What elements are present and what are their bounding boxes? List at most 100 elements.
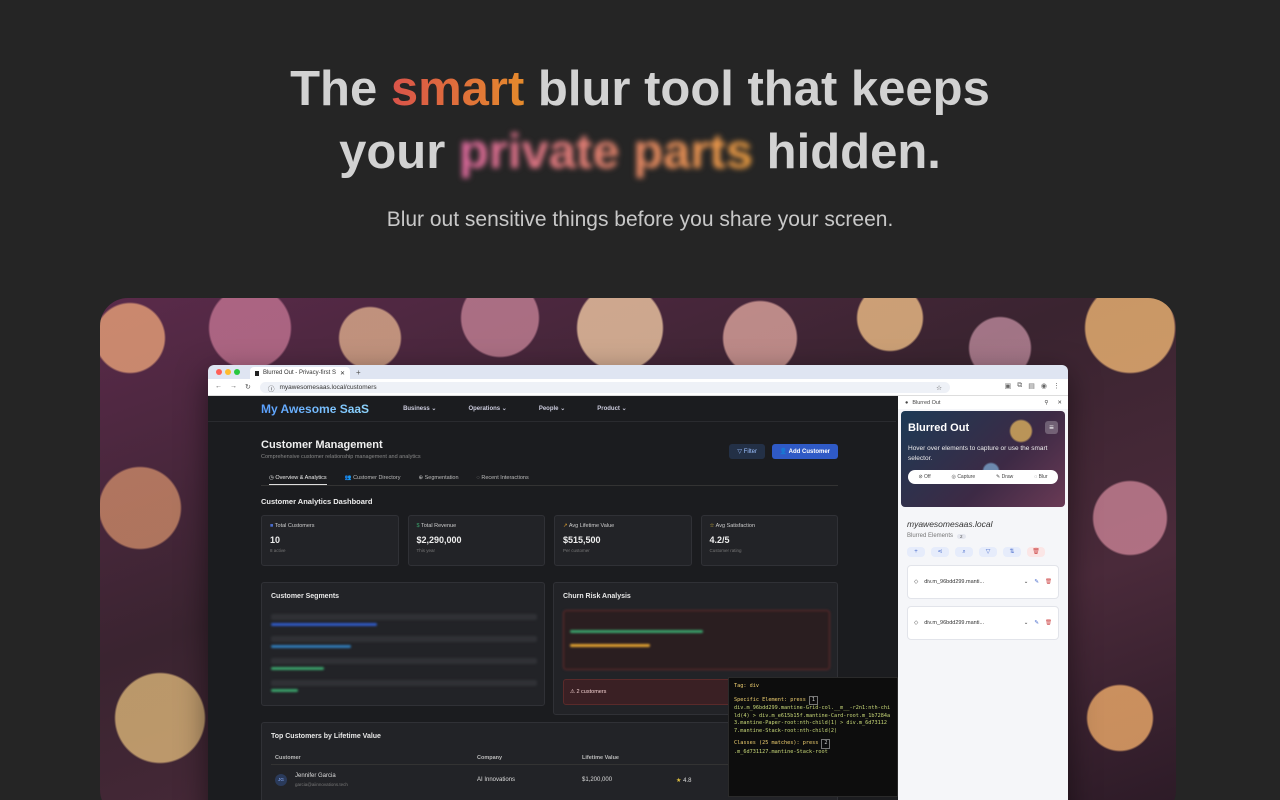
side-title-row: Blurred Out ≡ — [908, 421, 1058, 434]
maximize-window-button[interactable] — [234, 369, 240, 375]
reload-icon[interactable]: ↻ — [245, 383, 251, 391]
headline-text: your — [339, 125, 459, 179]
chevron-down-icon[interactable]: ⌄ — [1024, 579, 1029, 585]
blurred-element-item[interactable]: ◇ div.m_96bdd299.manti... ⌄ ✎ 🗑 — [907, 606, 1059, 640]
warning-icon: ⚠ — [570, 689, 575, 695]
menu-icon[interactable]: ≡ — [1045, 421, 1058, 434]
add-customer-button[interactable]: 👤 Add Customer — [771, 444, 838, 459]
screenshot-stage: Blurred Out - Privacy-first S ✕ + ← → ↻ … — [100, 298, 1176, 800]
favicon-icon — [255, 370, 259, 376]
trash-icon[interactable]: 🗑 — [1027, 547, 1045, 557]
stat-card: $ Total Revenue $2,290,000 This year — [407, 515, 545, 566]
status-dot-icon: ● — [905, 399, 909, 406]
minimize-window-button[interactable] — [225, 369, 231, 375]
churn-blurred-block — [563, 610, 830, 670]
window-controls — [216, 369, 240, 375]
segments-panel: Customer Segments — [261, 582, 545, 706]
card-value: 10 — [270, 535, 281, 545]
close-icon[interactable]: ✕ — [1057, 400, 1062, 406]
rating-value: 4.8 — [683, 778, 692, 784]
menu-people[interactable]: People ⌄ — [539, 405, 565, 412]
hero-headline: The smart blur tool that keeps your priv… — [0, 58, 1280, 184]
mode-off[interactable]: ⊘ Off — [918, 474, 930, 480]
tooltip-specific-label: Specific Element: press — [734, 696, 806, 703]
tab-overview[interactable]: ◷ Overview & Analytics — [269, 472, 327, 485]
key-hint: 1 — [808, 695, 818, 705]
extension-side-panel: ● Blurred Out ⚲ ✕ Blurred Out ≡ Hover ov… — [898, 396, 1068, 800]
dollar-icon: $ — [416, 523, 420, 529]
edit-icon[interactable]: ✎ — [1034, 620, 1039, 626]
filter-icon[interactable]: ▽ — [979, 547, 997, 557]
url-field[interactable]: ⓘ myawesomesaas.local/customers ☆ — [260, 382, 950, 393]
chevron-down-icon[interactable]: ⌄ — [1024, 620, 1029, 626]
col-header: Company — [477, 755, 503, 761]
key-hint: 2 — [821, 739, 831, 749]
card-title: Avg Lifetime Value — [568, 523, 615, 529]
blurred-element-item[interactable]: ◇ div.m_96bdd299.manti... ⌄ ✎ 🗑 — [907, 565, 1059, 599]
extension-icon[interactable]: ▣ — [1005, 382, 1012, 390]
panel-title: Customer Segments — [271, 593, 340, 600]
blurred-elements-label: Blurred Elements — [907, 533, 954, 539]
stat-cards: ■ Total Customers 10 8 active $ Total Re… — [261, 515, 838, 566]
blurred-row — [271, 614, 537, 620]
delete-icon[interactable]: 🗑 — [1045, 620, 1052, 626]
star-icon: ★ — [676, 778, 682, 784]
blurred-row — [271, 680, 537, 686]
top-nav: My Awesome SaaS Business ⌄ Operations ⌄ … — [208, 396, 896, 422]
forward-icon[interactable]: → — [230, 383, 237, 391]
more-icon[interactable]: ⋮ — [1053, 382, 1060, 390]
hero-subtitle: Blur out sensitive things before you sha… — [386, 208, 894, 231]
back-icon[interactable]: ← — [215, 383, 222, 391]
menu-label: People — [538, 406, 559, 412]
brand-logo[interactable]: My Awesome SaaS — [261, 402, 369, 416]
customer-name: Jennifer Garcia — [295, 773, 336, 779]
tab-directory[interactable]: 👥 Customer Directory — [345, 472, 401, 485]
new-tab-icon[interactable]: + — [356, 368, 361, 377]
tooltip-tag: Tag: div — [734, 683, 759, 689]
edit-icon[interactable]: ✎ — [1034, 579, 1039, 585]
sidepanel-icon[interactable]: ▤ — [1028, 382, 1035, 390]
hero: The smart blur tool that keeps your priv… — [0, 58, 1280, 232]
segment-bar — [271, 623, 378, 626]
add-icon[interactable]: + — [907, 547, 925, 557]
url-text: myawesomesaas.local/customers — [279, 384, 377, 391]
sort-icon[interactable]: ⇅ — [1003, 547, 1021, 557]
filter-button[interactable]: ▽ Filter — [729, 444, 765, 459]
card-title: Avg Satisfaction — [715, 523, 756, 529]
tab-label: Overview & Analytics — [275, 475, 327, 481]
mode-blur[interactable]: ◌ Blur — [1034, 474, 1047, 480]
tab-interactions[interactable]: ◌ Recent Interactions — [477, 472, 529, 485]
stat-card: ↗ Avg Lifetime Value $515,500 Per custom… — [554, 515, 692, 566]
section-title: Customer Analytics Dashboard — [261, 497, 373, 506]
profile-icon[interactable]: ◉ — [1041, 382, 1047, 390]
pin-icon[interactable]: ⚲ — [1044, 400, 1048, 406]
search-icon[interactable]: ⌕ — [955, 547, 973, 557]
rating: ★ 4.8 — [676, 777, 691, 784]
share-icon[interactable]: ⋖ — [931, 547, 949, 557]
mode-capture[interactable]: ◎ Capture — [952, 474, 976, 480]
menu-product[interactable]: Product ⌄ — [597, 405, 626, 412]
browser-tab[interactable]: Blurred Out - Privacy-first S ✕ — [250, 367, 350, 379]
menu-label: Business — [403, 406, 430, 412]
close-tab-icon[interactable]: ✕ — [340, 370, 345, 377]
menu-business[interactable]: Business ⌄ — [403, 405, 436, 412]
tab-bar: Blurred Out - Privacy-first S ✕ + — [208, 365, 1068, 379]
churn-bar — [570, 630, 703, 633]
bookmark-icon[interactable]: ☆ — [936, 384, 942, 392]
element-selector: div.m_96bdd299.manti... — [924, 620, 985, 626]
puzzle-icon[interactable]: ⧉ — [1017, 382, 1022, 390]
close-window-button[interactable] — [216, 369, 222, 375]
tab-title: Blurred Out - Privacy-first S — [262, 370, 336, 376]
selector-tooltip: Tag: div Specific Element: press 1 div.m_… — [728, 677, 898, 797]
mode-draw[interactable]: ✎ Draw — [996, 474, 1013, 480]
card-title: Total Customers — [274, 523, 315, 529]
side-panel-header: ● Blurred Out ⚲ ✕ — [898, 396, 1068, 409]
element-selector: div.m_96bdd299.manti... — [924, 579, 985, 585]
site-info-icon[interactable]: ⓘ — [268, 383, 275, 393]
headline-text: The — [290, 62, 391, 116]
menu-operations[interactable]: Operations ⌄ — [468, 405, 506, 412]
tab-segmentation[interactable]: ⊕ Segmentation — [418, 472, 458, 485]
star-icon: ☆ — [709, 523, 715, 529]
card-sub: This year — [416, 548, 436, 553]
delete-icon[interactable]: 🗑 — [1045, 579, 1052, 585]
